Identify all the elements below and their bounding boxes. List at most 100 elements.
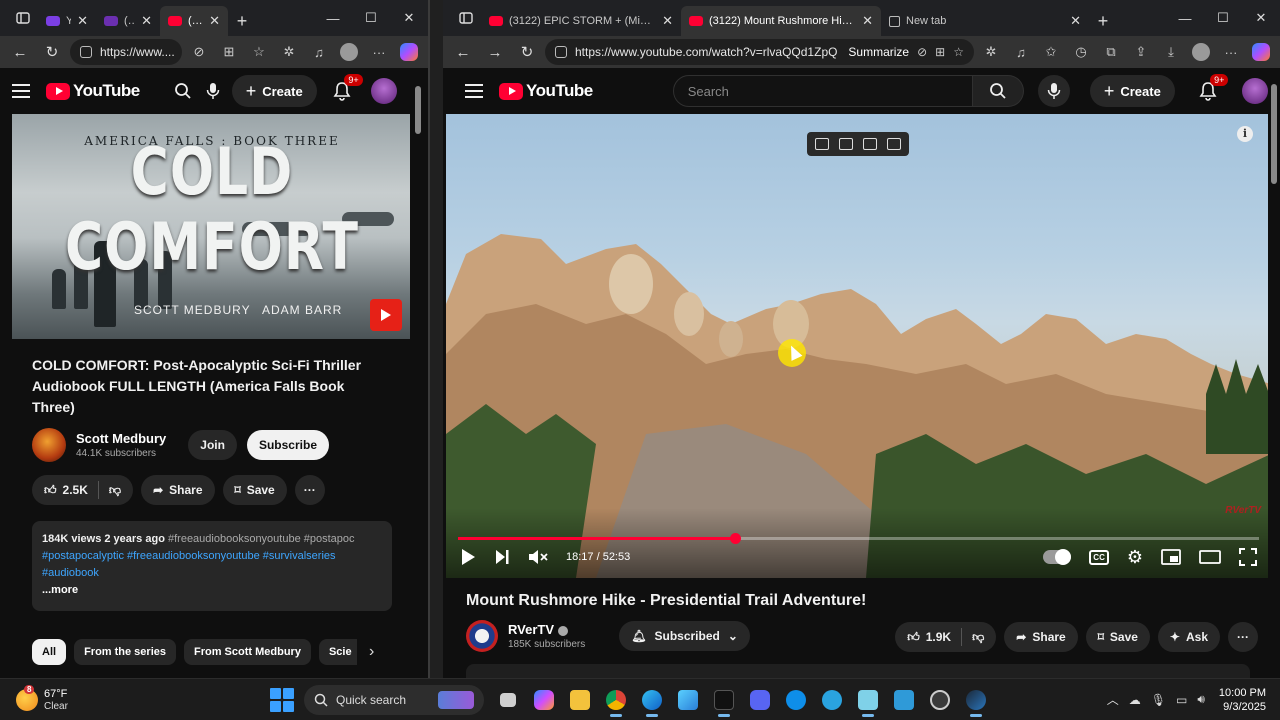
profile-icon[interactable] [1188, 39, 1214, 65]
volume-icon[interactable]: 🔊︎ [1197, 692, 1205, 707]
forward-icon[interactable]: → [481, 38, 509, 66]
video-thumbnail[interactable]: AMERICA FALLS : BOOK THREE COLD COMFORT … [12, 114, 412, 339]
cast-icon[interactable] [839, 138, 853, 150]
muted-volume-icon[interactable] [528, 548, 548, 566]
taskbar-search[interactable]: Quick search [304, 684, 484, 715]
miniplayer-icon[interactable] [1161, 549, 1181, 565]
settings-gear-icon[interactable]: ⚙ [1127, 547, 1143, 568]
share-button[interactable]: ➦ Share [1004, 622, 1078, 652]
discord-icon[interactable] [742, 682, 778, 718]
pip-icon[interactable] [815, 138, 829, 150]
minimize-button[interactable]: — [314, 11, 352, 26]
channel-avatar[interactable] [466, 620, 498, 652]
progress-bar[interactable] [458, 533, 1259, 544]
clock[interactable]: 10:00 PM 9/3/2025 [1219, 686, 1266, 714]
more-actions-icon[interactable]: ··· [1228, 622, 1258, 652]
tab-mount-rushmore-active[interactable]: (3122) Mount Rushmore Hike - P ✕ [681, 6, 881, 36]
favorite-star-icon[interactable]: ☆ [246, 39, 272, 65]
chevron-up-icon[interactable]: ︿ [1107, 691, 1119, 708]
close-tab-icon[interactable]: ✕ [1070, 13, 1081, 29]
maximize-button[interactable]: ☐ [1204, 10, 1242, 26]
like-button[interactable]: 👍︎ 1.9K [907, 630, 951, 645]
save-button[interactable]: ⌑ Save [1085, 622, 1150, 652]
notepad-icon[interactable] [850, 682, 886, 718]
chevron-right-icon[interactable]: › [369, 643, 374, 661]
new-tab-button[interactable]: + [228, 6, 256, 36]
more-menu-icon[interactable]: ··· [366, 39, 392, 65]
favorite-star-icon[interactable]: ☆ [953, 45, 964, 59]
site-info-icon[interactable] [80, 46, 92, 58]
channel-name[interactable]: RVerTV [508, 622, 554, 637]
search-icon[interactable] [174, 82, 192, 100]
chip-from-channel[interactable]: From Scott Medbury [183, 639, 311, 665]
chip-science[interactable]: Scie [318, 639, 357, 665]
profile-icon[interactable] [336, 39, 362, 65]
refresh-icon[interactable]: ↻ [513, 38, 541, 66]
account-avatar[interactable] [1242, 78, 1269, 104]
notifications-bell-icon[interactable]: 9+ [1195, 74, 1229, 104]
right-scrollbar[interactable] [1268, 72, 1280, 678]
hamburger-menu-icon[interactable] [12, 84, 30, 98]
play-icon[interactable] [460, 548, 476, 566]
share-button[interactable]: ➦ Share [141, 475, 215, 505]
left-scrollbar[interactable] [410, 72, 428, 678]
tab-twitch[interactable]: (13 ✕ [96, 6, 160, 36]
chip-from-series[interactable]: From the series [74, 639, 176, 665]
split-screen-icon[interactable]: ⊞ [216, 39, 242, 65]
telegram-icon[interactable] [814, 682, 850, 718]
remote-desktop-icon[interactable] [886, 682, 922, 718]
new-tab-button[interactable]: + [1089, 6, 1117, 36]
teamviewer-icon[interactable] [778, 682, 814, 718]
close-window-button[interactable]: ✕ [1242, 10, 1280, 26]
theater-mode-icon[interactable] [1199, 550, 1221, 564]
screenshot-icon[interactable]: ⧉ [1098, 39, 1124, 65]
copilot-sidebar-icon[interactable] [396, 39, 422, 65]
weather-widget[interactable]: 8 67°F Clear [0, 684, 270, 712]
close-tab-icon[interactable]: ✕ [209, 13, 220, 29]
tab-actions-icon[interactable] [8, 0, 38, 36]
hashtag-line[interactable]: #audiobook [42, 565, 382, 582]
summarize-button[interactable]: Summarize [848, 45, 909, 59]
youtube-logo[interactable]: YouTube [46, 81, 140, 101]
microphone-tray-icon[interactable]: 🎙︎ [1151, 693, 1166, 707]
url-field[interactable]: https://www.... [70, 39, 182, 65]
tab-actions-icon[interactable] [451, 0, 481, 36]
thumbs-down-icon[interactable]: 👎︎ [109, 483, 121, 498]
save-button[interactable]: ⌑ Save [222, 475, 287, 505]
tab-yahoo[interactable]: Yah ✕ [38, 6, 96, 36]
create-button[interactable]: + Create [231, 75, 317, 107]
youtube-logo[interactable]: YouTube [499, 81, 593, 101]
onedrive-cloud-icon[interactable]: ☁ [1129, 693, 1141, 707]
chip-all[interactable]: All [32, 639, 67, 665]
share-page-icon[interactable]: ⇪ [1128, 39, 1154, 65]
microphone-icon[interactable] [206, 82, 220, 100]
copilot-icon[interactable]: ⊘ [186, 39, 212, 65]
ask-button[interactable]: ✦ Ask [1157, 622, 1220, 652]
dark-app-icon[interactable] [706, 682, 742, 718]
subscribe-button[interactable]: Subscribe [246, 430, 329, 460]
fullscreen-icon[interactable] [1239, 548, 1257, 566]
more-actions-icon[interactable]: ··· [294, 475, 325, 505]
autoplay-toggle[interactable] [1043, 549, 1072, 565]
task-view-icon[interactable] [490, 682, 526, 718]
more-menu-icon[interactable]: ··· [1218, 39, 1244, 65]
photos-icon[interactable] [670, 682, 706, 718]
voice-search-button[interactable] [1038, 75, 1070, 107]
channel-avatar[interactable] [32, 428, 66, 462]
like-button[interactable]: 👍︎ 2.5K [44, 483, 88, 498]
network-icon[interactable]: ▭ [1176, 693, 1187, 707]
history-icon[interactable]: ◷ [1068, 39, 1094, 65]
search-button[interactable] [973, 75, 1025, 107]
tab-youtube-active[interactable]: (31 ✕ [160, 6, 228, 36]
account-avatar[interactable] [370, 78, 397, 104]
back-icon[interactable]: ← [6, 38, 34, 66]
description-box[interactable]: 184K views 2 years ago #freeaudiobookson… [32, 521, 392, 611]
close-window-button[interactable]: ✕ [390, 10, 428, 26]
tab-epic-storm[interactable]: (3122) EPIC STORM + (Mississippi ✕ [481, 6, 681, 36]
maximize-button[interactable]: ☐ [352, 10, 390, 26]
copilot-icon[interactable]: ⊘ [917, 45, 927, 59]
url-field[interactable]: https://www.youtube.com/watch?v=rlvaQQd1… [545, 39, 974, 65]
refresh-icon[interactable]: ↻ [38, 38, 66, 66]
site-info-icon[interactable] [555, 46, 567, 58]
subscribed-button[interactable]: 🔔︎ Subscribed ⌄ [619, 621, 750, 651]
